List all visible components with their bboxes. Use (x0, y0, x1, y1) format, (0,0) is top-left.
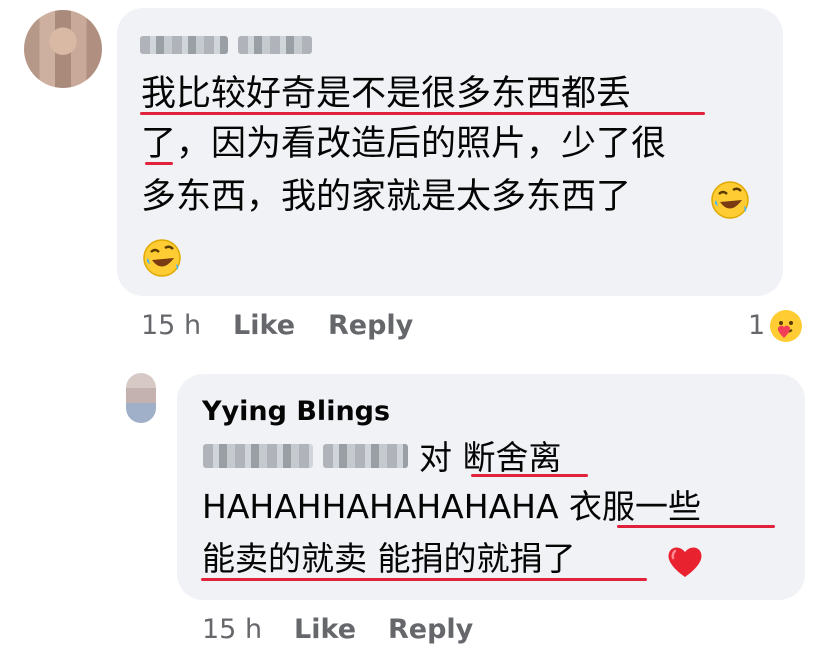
reply-author-avatar[interactable] (126, 373, 156, 423)
reply-timestamp[interactable]: 15 h (202, 616, 262, 643)
commenter-name-blurred[interactable] (140, 36, 228, 54)
comment-text-line: 了，因为看改造后的照片，少了很 (141, 124, 667, 164)
reply-button[interactable]: Reply (388, 616, 473, 643)
comment-text-line: 多东西，我的家就是太多东西了 (141, 177, 632, 217)
like-button[interactable]: Like (233, 312, 295, 339)
spellcheck-underline (140, 112, 705, 115)
red-heart-icon (668, 547, 702, 577)
comment-timestamp[interactable]: 15 h (141, 312, 201, 339)
reply-author-name[interactable]: Yying Blings (202, 396, 390, 427)
spellcheck-underline (145, 162, 173, 165)
reaction-count[interactable]: 1 (748, 312, 765, 339)
reply-text-line: 对 断舍离 (419, 438, 562, 477)
comment-text-line: 我比较好奇是不是很多东西都丢 (141, 74, 632, 114)
spellcheck-underline (617, 525, 775, 528)
mention-tag-blurred[interactable] (203, 444, 313, 468)
commenter-avatar[interactable] (24, 10, 102, 88)
care-reaction-icon[interactable] (768, 308, 804, 344)
rolling-on-floor-laughing-icon (711, 181, 749, 219)
reply-text-line: 能卖的就卖 能捐的就捐了 (202, 539, 576, 578)
spellcheck-underline (471, 474, 588, 477)
like-button[interactable]: Like (294, 616, 356, 643)
reply-text-line: HAHAHHAHAHAHAHA 衣服一些 (202, 487, 702, 526)
rolling-on-floor-laughing-icon (143, 239, 181, 277)
commenter-name-blurred[interactable] (238, 36, 312, 54)
reply-button[interactable]: Reply (328, 312, 413, 339)
mention-tag-blurred[interactable] (323, 444, 408, 468)
spellcheck-underline (201, 578, 647, 581)
